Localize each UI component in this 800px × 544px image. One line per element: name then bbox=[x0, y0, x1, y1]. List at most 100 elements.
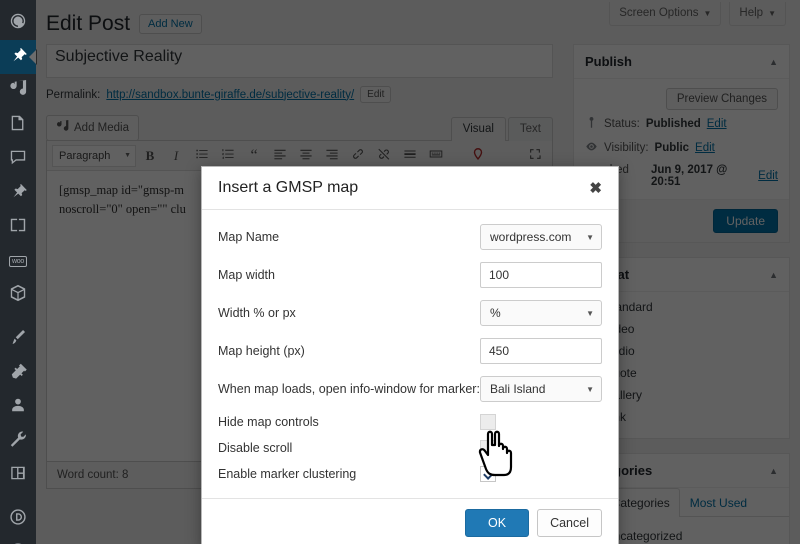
help-label: Help bbox=[739, 7, 764, 19]
insert-gmsp-map-dialog: Insert a GMSP map ✖ Map Name wordpress.c… bbox=[201, 166, 619, 544]
chevron-up-icon[interactable]: ▲ bbox=[769, 466, 778, 476]
tab-visual[interactable]: Visual bbox=[450, 117, 506, 141]
post-title-input[interactable]: Subjective Reality bbox=[46, 44, 553, 78]
align-center-button[interactable] bbox=[294, 145, 318, 167]
open-info-window-select[interactable]: Bali Island ▼ bbox=[480, 376, 602, 402]
publish-box-title: Publish bbox=[585, 54, 632, 69]
sidebar-item-divi[interactable] bbox=[0, 502, 36, 536]
permalink-url-link[interactable]: http://sandbox.bunte-giraffe.de/subjecti… bbox=[106, 89, 354, 101]
sidebar-item-portfolio[interactable] bbox=[0, 176, 36, 210]
sidebar-item-products[interactable] bbox=[0, 278, 36, 312]
chevron-up-icon[interactable]: ▲ bbox=[769, 57, 778, 67]
help-button[interactable]: Help ▼ bbox=[729, 2, 786, 26]
ok-button[interactable]: OK bbox=[465, 509, 530, 537]
field-row-enable-marker-clustering: Enable marker clustering bbox=[218, 466, 602, 482]
dashboard-icon bbox=[9, 12, 27, 35]
sidebar-item-settings[interactable] bbox=[0, 458, 36, 492]
map-width-input[interactable]: 100 bbox=[480, 262, 602, 288]
keyboard-shortcuts-button[interactable] bbox=[424, 145, 448, 167]
edit-status-link[interactable]: Edit bbox=[707, 118, 727, 130]
blockquote-button[interactable]: “ bbox=[242, 145, 266, 167]
hide-map-controls-label: Hide map controls bbox=[218, 415, 319, 429]
chevron-down-icon: ▼ bbox=[586, 384, 594, 394]
comment-icon bbox=[9, 148, 27, 171]
link-icon bbox=[351, 147, 365, 164]
chevron-up-icon[interactable]: ▲ bbox=[769, 270, 778, 280]
sidebar-item-posts[interactable] bbox=[0, 40, 37, 74]
sidebar-item-appearance[interactable] bbox=[0, 322, 36, 356]
map-name-select[interactable]: wordpress.com ▼ bbox=[480, 224, 602, 250]
chevron-down-icon: ▼ bbox=[703, 8, 712, 18]
status-row: Status: Published Edit bbox=[585, 110, 778, 134]
field-row-disable-scroll: Disable scroll bbox=[218, 440, 602, 456]
eye-icon bbox=[585, 140, 598, 156]
screen-root: woo Screen Options ▼ Help ▼ Edit Post Ad… bbox=[0, 0, 800, 544]
box-icon bbox=[9, 284, 27, 307]
sidebar-item-woocommerce[interactable]: woo bbox=[0, 244, 36, 278]
sidebar-item-media[interactable] bbox=[0, 74, 36, 108]
align-left-button[interactable] bbox=[268, 145, 292, 167]
add-media-button[interactable]: Add Media bbox=[46, 115, 139, 141]
field-row-map-height: Map height (px) 450 bbox=[218, 338, 602, 364]
brush-icon bbox=[9, 328, 27, 351]
plug-icon bbox=[9, 362, 27, 385]
map-marker-button[interactable] bbox=[466, 145, 490, 167]
add-new-button[interactable]: Add New bbox=[139, 14, 202, 34]
bulleted-list-button[interactable] bbox=[190, 145, 214, 167]
keyboard-icon bbox=[429, 147, 443, 164]
sidebar-item-forms[interactable] bbox=[0, 210, 36, 244]
editor-mode-tabs: Visual Text bbox=[450, 117, 553, 141]
tab-text[interactable]: Text bbox=[507, 117, 553, 141]
paragraph-format-select[interactable]: Paragraph ▼ bbox=[52, 144, 136, 167]
close-icon[interactable]: ✖ bbox=[589, 181, 602, 196]
preview-changes-button[interactable]: Preview Changes bbox=[665, 88, 778, 110]
map-height-input[interactable]: 450 bbox=[480, 338, 602, 364]
editor-top-row: Add Media Visual Text bbox=[46, 115, 553, 141]
update-button[interactable]: Update bbox=[713, 209, 778, 233]
align-left-icon bbox=[273, 147, 287, 164]
sidebar-item-tools[interactable] bbox=[0, 424, 36, 458]
hand-cursor bbox=[477, 428, 519, 483]
dialog-footer: OK Cancel bbox=[202, 498, 618, 544]
chevron-down-icon: ▼ bbox=[768, 8, 776, 18]
cancel-button[interactable]: Cancel bbox=[537, 509, 602, 537]
status-value: Published bbox=[645, 118, 701, 130]
sidebar-item-collapse[interactable] bbox=[0, 536, 36, 544]
dialog-header: Insert a GMSP map ✖ bbox=[202, 167, 618, 210]
sidebar-item-dashboard[interactable] bbox=[0, 6, 36, 40]
map-name-value: wordpress.com bbox=[490, 230, 572, 244]
width-unit-label: Width % or px bbox=[218, 306, 296, 320]
disable-scroll-label: Disable scroll bbox=[218, 441, 293, 455]
bulleted-list-icon bbox=[195, 147, 209, 164]
field-row-map-width: Map width 100 bbox=[218, 262, 602, 288]
sidebar-item-plugins[interactable] bbox=[0, 356, 36, 390]
insert-link-button[interactable] bbox=[346, 145, 370, 167]
dialog-title: Insert a GMSP map bbox=[218, 179, 359, 196]
italic-button[interactable]: I bbox=[164, 145, 188, 167]
screen-options-button[interactable]: Screen Options ▼ bbox=[609, 2, 722, 26]
map-width-label: Map width bbox=[218, 268, 275, 282]
align-right-button[interactable] bbox=[320, 145, 344, 167]
numbered-list-icon bbox=[221, 147, 235, 164]
tab-most-used[interactable]: Most Used bbox=[680, 488, 757, 517]
unlink-icon bbox=[377, 147, 391, 164]
bold-button[interactable]: B bbox=[138, 145, 162, 167]
sidebar-item-pages[interactable] bbox=[0, 108, 36, 142]
sidebar-item-comments[interactable] bbox=[0, 142, 36, 176]
publish-box-header[interactable]: Publish ▲ bbox=[574, 45, 789, 79]
fullscreen-button[interactable] bbox=[523, 145, 547, 167]
edit-published-link[interactable]: Edit bbox=[758, 170, 778, 182]
read-more-button[interactable] bbox=[398, 145, 422, 167]
divi-icon bbox=[9, 508, 27, 531]
width-unit-select[interactable]: % ▼ bbox=[480, 300, 602, 326]
enable-marker-clustering-label: Enable marker clustering bbox=[218, 467, 357, 481]
numbered-list-button[interactable] bbox=[216, 145, 240, 167]
edit-slug-button[interactable]: Edit bbox=[360, 86, 392, 103]
unlink-button[interactable] bbox=[372, 145, 396, 167]
add-media-label: Add Media bbox=[74, 122, 129, 134]
edit-visibility-link[interactable]: Edit bbox=[695, 142, 715, 154]
field-row-open-info-window: When map loads, open info-window for mar… bbox=[218, 376, 602, 402]
permalink-row: Permalink: http://sandbox.bunte-giraffe.… bbox=[46, 86, 553, 103]
sidebar-item-users[interactable] bbox=[0, 390, 36, 424]
media-icon bbox=[56, 120, 69, 136]
